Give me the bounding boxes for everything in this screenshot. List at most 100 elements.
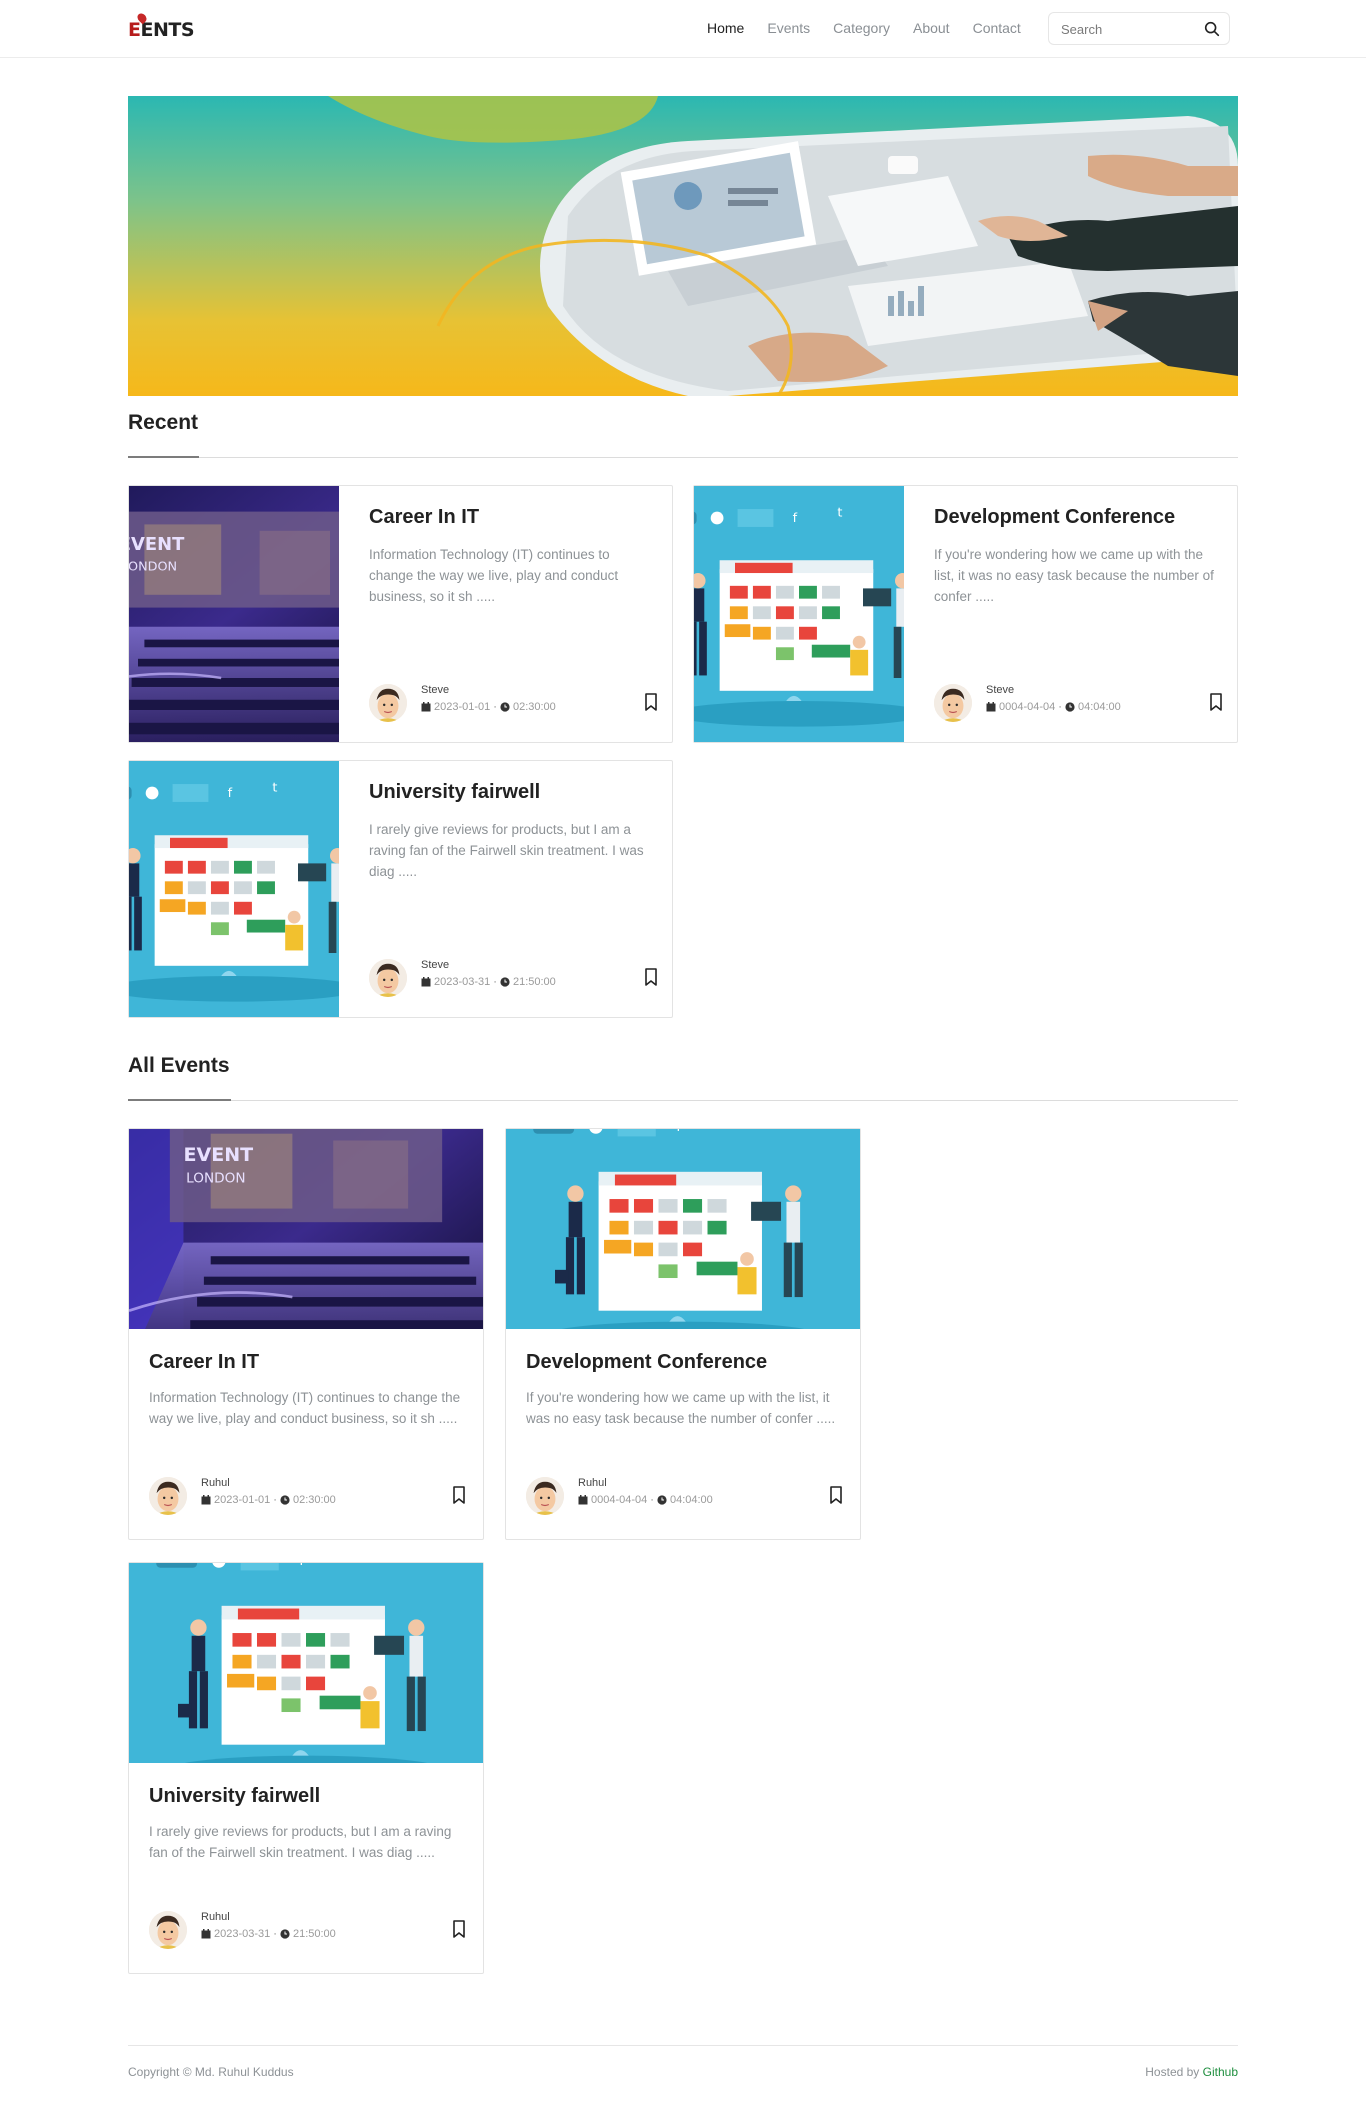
avatar <box>526 1477 564 1515</box>
bookmark-icon[interactable] <box>1208 692 1224 712</box>
meta-separator: · <box>1058 701 1062 713</box>
avatar <box>369 684 407 722</box>
brand-logo-text: EENTS <box>128 11 195 41</box>
card-image[interactable] <box>129 1129 483 1329</box>
event-card[interactable]: Career In IT Information Technology (IT)… <box>128 1128 484 1540</box>
clock-icon <box>500 702 510 712</box>
card-meta: Ruhul 0004-04-04 · 04:04:00 <box>526 1475 844 1517</box>
meta-separator: · <box>273 1928 277 1940</box>
section-title-all-events: All Events <box>128 1054 230 1077</box>
card-description: If you're wondering how we came up with … <box>526 1390 836 1426</box>
avatar <box>934 684 972 722</box>
card-title[interactable]: Career In IT <box>369 506 479 529</box>
event-card[interactable]: Development Conference If you're wonderi… <box>505 1128 861 1540</box>
hero-image <box>328 96 1238 396</box>
card-title[interactable]: University fairwell <box>369 781 540 804</box>
bookmark-icon[interactable] <box>451 1919 467 1939</box>
event-time: 04:04:00 <box>1077 701 1121 713</box>
event-time: 02:30:00 <box>292 1494 336 1506</box>
date-time: 2023-01-01 · 02:30:00 <box>421 701 556 713</box>
date-time: 0004-04-04 · 04:04:00 <box>986 701 1121 713</box>
calendar-icon <box>578 1495 588 1505</box>
hosted-label: Hosted by <box>1145 2065 1200 2079</box>
section-underline <box>128 1099 231 1101</box>
card-image[interactable] <box>506 1129 860 1329</box>
card-meta: Steve 2023-01-01 · 02:30:00 <box>369 682 659 724</box>
section-divider <box>128 457 1238 458</box>
meta-separator: · <box>493 701 497 713</box>
nav-contact[interactable]: Contact <box>973 20 1021 36</box>
card-title[interactable]: Career In IT <box>149 1351 259 1374</box>
section-divider <box>128 1100 1238 1101</box>
clock-icon <box>500 977 510 987</box>
author-name: Steve <box>986 684 1015 696</box>
author-name: Steve <box>421 684 450 696</box>
clock-icon <box>280 1929 290 1939</box>
card-description: Information Technology (IT) continues to… <box>149 1390 461 1426</box>
github-link[interactable]: Github <box>1203 2065 1238 2079</box>
footer-divider <box>128 2045 1238 2046</box>
calendar-icon <box>986 702 996 712</box>
date-time: 2023-01-01 · 02:30:00 <box>201 1494 336 1506</box>
bookmark-icon[interactable] <box>643 692 659 712</box>
author-name: Ruhul <box>201 1911 230 1923</box>
search-box <box>1048 12 1230 45</box>
card-meta: Steve 0004-04-04 · 04:04:00 <box>934 682 1224 724</box>
recent-card[interactable]: Career In IT Information Technology (IT)… <box>128 485 673 743</box>
event-card[interactable]: University fairwell I rarely give review… <box>128 1562 484 1974</box>
clock-icon <box>657 1495 667 1505</box>
card-image[interactable] <box>694 486 904 742</box>
event-date: 0004-04-04 <box>999 701 1056 713</box>
nav-category[interactable]: Category <box>833 20 890 36</box>
author-name: Steve <box>421 959 450 971</box>
meta-separator: · <box>273 1494 277 1506</box>
bookmark-icon[interactable] <box>643 967 659 987</box>
search-icon[interactable] <box>1203 20 1221 38</box>
brand-prefix: E <box>128 19 141 41</box>
avatar <box>149 1911 187 1949</box>
card-meta: Steve 2023-03-31 · 21:50:00 <box>369 957 659 999</box>
card-image[interactable] <box>129 1563 483 1763</box>
card-image[interactable] <box>129 486 339 742</box>
search-input[interactable] <box>1061 20 1191 38</box>
event-time: 02:30:00 <box>512 701 556 713</box>
card-image[interactable] <box>129 761 339 1017</box>
avatar <box>149 1477 187 1515</box>
event-date: 2023-01-01 <box>214 1494 271 1506</box>
event-date: 2023-01-01 <box>434 701 491 713</box>
event-date: 2023-03-31 <box>214 1928 271 1940</box>
meta-separator: · <box>493 976 497 988</box>
date-time: 0004-04-04 · 04:04:00 <box>578 1494 713 1506</box>
card-title[interactable]: University fairwell <box>149 1785 320 1808</box>
bookmark-icon[interactable] <box>828 1485 844 1505</box>
clock-icon <box>280 1495 290 1505</box>
hero-banner <box>128 96 1238 396</box>
main-nav: Home Events Category About Contact <box>707 20 1044 36</box>
calendar-icon <box>421 702 431 712</box>
card-title[interactable]: Development Conference <box>526 1351 767 1374</box>
brand-rest: ENTS <box>140 19 195 41</box>
author-name: Ruhul <box>578 1477 607 1489</box>
card-title[interactable]: Development Conference <box>934 506 1175 529</box>
section-title-recent: Recent <box>128 411 199 434</box>
card-meta: Ruhul 2023-03-31 · 21:50:00 <box>149 1909 467 1951</box>
footer-copyright: Copyright © Md. Ruhul Kuddus <box>128 2065 294 2079</box>
card-description: If you're wondering how we came up with … <box>934 547 1214 604</box>
card-description: I rarely give reviews for products, but … <box>149 1824 452 1860</box>
section-underline <box>128 456 199 458</box>
recent-card[interactable]: Development Conference If you're wonderi… <box>693 485 1238 743</box>
nav-home[interactable]: Home <box>707 20 744 36</box>
brand-logo[interactable]: EENTS <box>128 11 196 46</box>
nav-about[interactable]: About <box>913 20 950 36</box>
nav-events[interactable]: Events <box>767 20 810 36</box>
event-date: 0004-04-04 <box>591 1494 648 1506</box>
navbar: EENTS Home Events Category About Contact <box>0 0 1366 58</box>
bookmark-icon[interactable] <box>451 1485 467 1505</box>
recent-card[interactable]: University fairwell I rarely give review… <box>128 760 673 1018</box>
card-description: Information Technology (IT) continues to… <box>369 547 619 604</box>
avatar <box>369 959 407 997</box>
clock-icon <box>1065 702 1075 712</box>
footer-hosted: Hosted by Github <box>1145 2065 1238 2079</box>
calendar-icon <box>201 1929 211 1939</box>
event-time: 04:04:00 <box>669 1494 713 1506</box>
